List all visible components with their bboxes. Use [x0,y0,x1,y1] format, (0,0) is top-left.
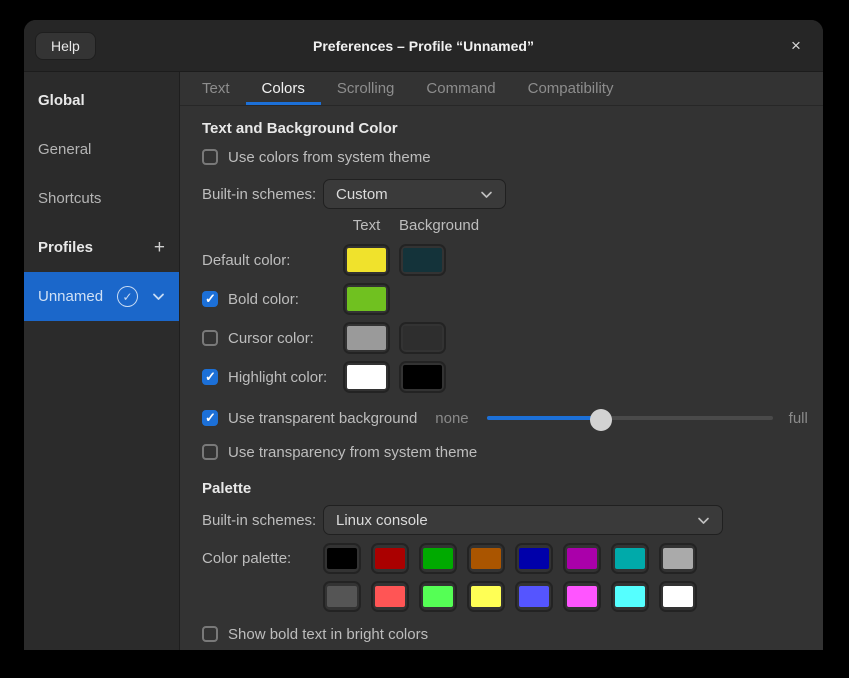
slider-handle[interactable] [590,409,612,431]
bold-color-label: Bold color: [228,291,299,308]
builtin-schemes-label: Built-in schemes: [202,186,323,203]
sidebar-item-general[interactable]: General [24,125,179,174]
builtin-schemes-dropdown[interactable]: Custom [323,179,506,209]
sidebar-general-label: General [38,141,91,158]
palette-swatch-light-gray[interactable] [659,543,697,574]
cursor-color-label: Cursor color: [228,330,314,347]
profile-default-check-icon[interactable]: ✓ [117,286,138,307]
palette-swatch-white[interactable] [659,581,697,612]
palette-swatch-yellow[interactable] [467,581,505,612]
palette-swatch-dark-gray[interactable] [323,581,361,612]
use-system-transparency-checkbox[interactable] [202,444,218,460]
chevron-down-icon [697,516,710,525]
tab-colors[interactable]: Colors [246,72,321,105]
close-icon[interactable]: × [783,33,809,59]
highlight-color-checkbox[interactable] [202,369,218,385]
profile-name-label: Unnamed [38,288,103,305]
titlebar: Help Preferences – Profile “Unnamed” × [24,20,823,72]
use-transparent-background-label: Use transparent background [228,410,417,427]
palette-swatch-cyan[interactable] [611,543,649,574]
use-system-colors-checkbox[interactable] [202,149,218,165]
column-header-background: Background [399,217,479,237]
palette-swatch-bright-red[interactable] [371,581,409,612]
tab-text[interactable]: Text [186,72,246,105]
palette-row-1: Color palette: [202,543,823,574]
transparency-full-label: full [789,410,808,427]
color-palette-label: Color palette: [202,550,323,567]
tab-command[interactable]: Command [410,72,511,105]
sidebar-item-profile-unnamed[interactable]: Unnamed ✓ [24,272,179,321]
section-title-palette: Palette [202,480,823,497]
add-profile-button[interactable]: + [154,237,165,259]
palette-schemes-dropdown[interactable]: Linux console [323,505,723,535]
builtin-schemes-value: Custom [336,186,388,203]
cursor-color-checkbox[interactable] [202,330,218,346]
palette-schemes-value: Linux console [336,512,428,529]
transparency-row: Use transparent background none full [202,406,823,430]
bold-color-row: Bold color: [202,283,823,315]
sidebar-header-profiles: Profiles + [24,223,179,272]
palette-swatch-magenta[interactable] [563,543,601,574]
palette-swatch-bright-cyan[interactable] [611,581,649,612]
profile-tabs: Text Colors Scrolling Command Compatibil… [180,72,823,106]
default-background-color-swatch[interactable] [399,244,446,276]
cursor-color-row: Cursor color: [202,322,823,354]
palette-swatch-bright-blue[interactable] [515,581,553,612]
default-text-color-swatch[interactable] [343,244,390,276]
palette-swatch-blue[interactable] [515,543,553,574]
cursor-text-color-swatch[interactable] [343,322,390,354]
chevron-down-icon [480,190,493,199]
highlight-background-color-swatch[interactable] [399,361,446,393]
section-title-text-background: Text and Background Color [202,120,823,137]
profile-chevron-down-icon[interactable] [152,292,165,301]
tab-scrolling[interactable]: Scrolling [321,72,411,105]
default-color-label: Default color: [202,252,290,269]
palette-swatch-brown[interactable] [467,543,505,574]
sidebar-shortcuts-label: Shortcuts [38,190,101,207]
tab-compatibility[interactable]: Compatibility [512,72,630,105]
preferences-window: Help Preferences – Profile “Unnamed” × G… [24,20,823,650]
show-bold-bright-label: Show bold text in bright colors [228,626,428,643]
palette-swatch-green[interactable] [419,543,457,574]
use-system-transparency-label: Use transparency from system theme [228,444,477,461]
cursor-background-color-swatch[interactable] [399,322,446,354]
sidebar-profiles-label: Profiles [38,239,93,256]
palette-swatch-red[interactable] [371,543,409,574]
sidebar-global-label: Global [38,92,85,109]
bold-color-swatch[interactable] [343,283,390,315]
use-system-colors-label: Use colors from system theme [228,149,431,166]
sidebar-header-global: Global [24,76,179,125]
sidebar: Global General Shortcuts Profiles + Unna… [24,72,180,650]
slider-fill [487,416,601,420]
palette-swatch-bright-green[interactable] [419,581,457,612]
swatch-column-headers: Text Background [202,217,823,237]
transparency-none-label: none [435,410,468,427]
help-button[interactable]: Help [35,32,96,60]
window-title: Preferences – Profile “Unnamed” [24,38,823,54]
palette-row-2 [202,581,823,612]
highlight-color-row: Highlight color: [202,361,823,393]
palette-schemes-label: Built-in schemes: [202,512,323,529]
sidebar-item-shortcuts[interactable]: Shortcuts [24,174,179,223]
column-header-text: Text [343,217,390,237]
use-transparent-background-checkbox[interactable] [202,410,218,426]
transparency-slider[interactable] [487,407,773,429]
bold-color-checkbox[interactable] [202,291,218,307]
default-color-row: Default color: [202,244,823,276]
colors-panel: Text and Background Color Use colors fro… [180,106,823,650]
palette-swatch-black[interactable] [323,543,361,574]
highlight-color-label: Highlight color: [228,369,327,386]
palette-swatch-bright-magenta[interactable] [563,581,601,612]
show-bold-bright-checkbox[interactable] [202,626,218,642]
highlight-text-color-swatch[interactable] [343,361,390,393]
